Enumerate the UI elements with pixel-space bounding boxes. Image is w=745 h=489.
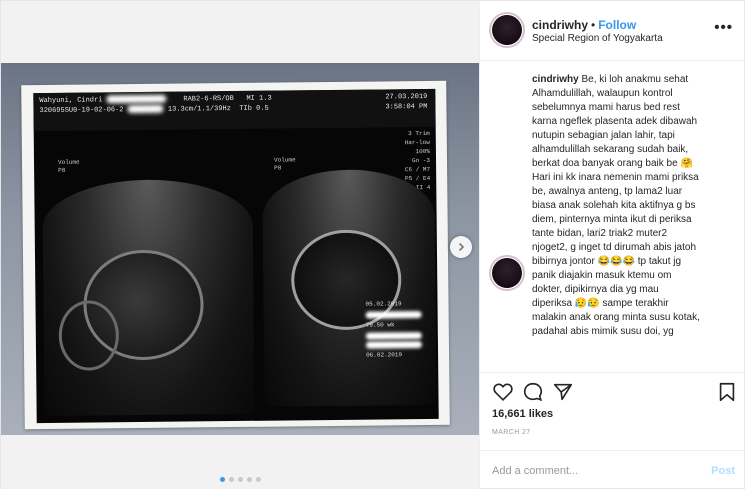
bookmark-icon[interactable] (716, 381, 738, 403)
avatar[interactable] (489, 12, 525, 48)
redaction-mark (365, 311, 422, 319)
caption-line: alhamdulillah sekarang sudah baik, (532, 144, 689, 155)
scan-param: 100% (415, 147, 430, 156)
follow-button[interactable]: Follow (598, 18, 636, 32)
scan-mi: MI 1.3 (246, 94, 272, 103)
caption-line: karna ngeflek plasenta adek dibawah (532, 116, 698, 127)
scan-image-left (42, 178, 255, 417)
scan-measurements: 05.02.2019 79.50 wk 06.02.2019 (365, 299, 434, 400)
ultrasound-photo: Wahyuni, Cindri RAB2-6-RS/OB MI 1.3 3206… (1, 63, 479, 435)
action-bar (480, 372, 745, 408)
scan-date: 27.03.2019 (385, 92, 428, 102)
heart-icon[interactable] (492, 381, 514, 403)
avatar[interactable] (489, 255, 525, 291)
ultrasound-printout: Wahyuni, Cindri RAB2-6-RS/OB MI 1.3 3206… (21, 80, 450, 430)
carousel-indicator (220, 477, 261, 482)
carousel-dot (256, 477, 261, 482)
scan-measure-date: 05.02.2019 (365, 300, 402, 308)
post-header-user: cindriwhy • Follow (532, 18, 636, 32)
caption-line: bibirnya jontor 😂😂😂 tp takut jg (532, 256, 682, 267)
scan-measure-date: 06.02.2019 (366, 351, 403, 359)
caption-line: biasa anak solehah kita aktifnya g bs (532, 200, 696, 211)
redaction-mark (365, 341, 422, 349)
carousel-next-button[interactable] (450, 236, 472, 258)
scan-volume-label: Volume (273, 156, 296, 164)
fetal-limb-shape (58, 300, 120, 371)
scan-volume-right: Volume P8 (274, 156, 296, 172)
more-options-button[interactable]: ••• (714, 19, 733, 36)
caption-line: diem, pinternya minta ikut di periksa (532, 214, 692, 225)
share-icon[interactable] (552, 381, 574, 403)
caption-line: diperiksa 😥😥 sampe terakhir (532, 298, 669, 309)
separator: • (591, 18, 596, 32)
scan-patient-name: Wahyuni, Cindri (39, 96, 103, 106)
carousel-dot (229, 477, 234, 482)
scan-probe: RAB2-6-RS/OB (183, 95, 234, 104)
carousel-dot (238, 477, 243, 482)
carousel-dot (247, 477, 252, 482)
caption-line: panik diajakin masuk ktemu om (532, 270, 672, 281)
redaction-mark (127, 104, 164, 114)
caption-line: be, awalnya anteng, tp lama2 luar (532, 186, 683, 197)
caption-line: padahal abis mimik susu doi, yg (532, 326, 674, 337)
post-media[interactable]: Wahyuni, Cindri RAB2-6-RS/OB MI 1.3 3206… (1, 1, 479, 489)
likes-count[interactable]: 16,661 likes (492, 408, 553, 420)
post-sidebar: cindriwhy • Follow Special Region of Yogya… (479, 1, 745, 489)
scan-param: Gn -3 (411, 156, 431, 165)
scan-p-label: P8 (58, 166, 66, 174)
post-comment-button[interactable]: Post (711, 465, 735, 477)
carousel-dot (220, 477, 225, 482)
caption-line: njoget2, g inget td dirumah abis jatoh (532, 242, 696, 253)
redaction-mark (365, 332, 422, 340)
scan-id: 320695SU0-19-02-06-2 (39, 106, 124, 116)
add-comment-section: Post (480, 450, 745, 489)
caption-line: sebelumnya mami harus bed rest (532, 102, 680, 113)
scan-header: Wahyuni, Cindri RAB2-6-RS/OB MI 1.3 3206… (33, 88, 436, 132)
comment-icon[interactable] (522, 381, 544, 403)
scan-depth: 13.3cm/1.1/39Hz (167, 105, 231, 114)
scan-p-label: P8 (274, 164, 282, 172)
scan-tib: TIb 0.5 (239, 104, 269, 113)
caption-line: malakin anak orang minta susu kotak, (532, 312, 700, 323)
post-header: cindriwhy • Follow Special Region of Yogya… (480, 1, 745, 61)
location-link[interactable]: Special Region of Yogyakarta (532, 33, 663, 44)
caption-line: Be, ki loh anakmu sehat (581, 74, 689, 85)
post-date[interactable]: MARCH 27 (492, 429, 531, 436)
caption-line: tante bidan, lari2 triak2 muter2 (532, 228, 668, 239)
ultrasound-scan: Wahyuni, Cindri RAB2-6-RS/OB MI 1.3 3206… (33, 88, 439, 424)
redaction-mark (106, 94, 167, 104)
caption-line: berkat doa banyak orang baik be 🤗 (532, 158, 693, 169)
comment-input[interactable] (492, 463, 692, 479)
scan-time: 3:58:04 PM (385, 102, 428, 112)
caption-username[interactable]: cindriwhy (532, 74, 579, 85)
scan-volume-label: Volume (57, 158, 80, 166)
caption-text: cindriwhy Be, ki loh anakmu sehat Alhamdu… (532, 73, 737, 339)
scan-trim: 3 Trim (408, 129, 430, 138)
scan-preset: Har-low (404, 138, 430, 147)
caption-area: cindriwhy Be, ki loh anakmu sehat Alhamdu… (480, 62, 745, 372)
scan-param: C6 / M7 (404, 165, 431, 174)
chevron-right-icon (458, 242, 465, 252)
scan-volume-left: Volume P8 (58, 159, 80, 175)
caption-line: Hari ini kk inara nemenin mami priksa (532, 172, 699, 183)
caption-line: nutupin sebagian jalan lahir, tapi (532, 130, 675, 141)
caption-line: Alhamdulillah, walaupun kontrol (532, 88, 673, 99)
instagram-post: Wahyuni, Cindri RAB2-6-RS/OB MI 1.3 3206… (0, 0, 745, 489)
username-link[interactable]: cindriwhy (532, 18, 588, 32)
more-horizontal-icon: ••• (714, 19, 733, 36)
caption-line: dokter, dipikirnya dia yg mau (532, 284, 659, 295)
scan-measure-value: 79.50 wk (365, 321, 395, 329)
